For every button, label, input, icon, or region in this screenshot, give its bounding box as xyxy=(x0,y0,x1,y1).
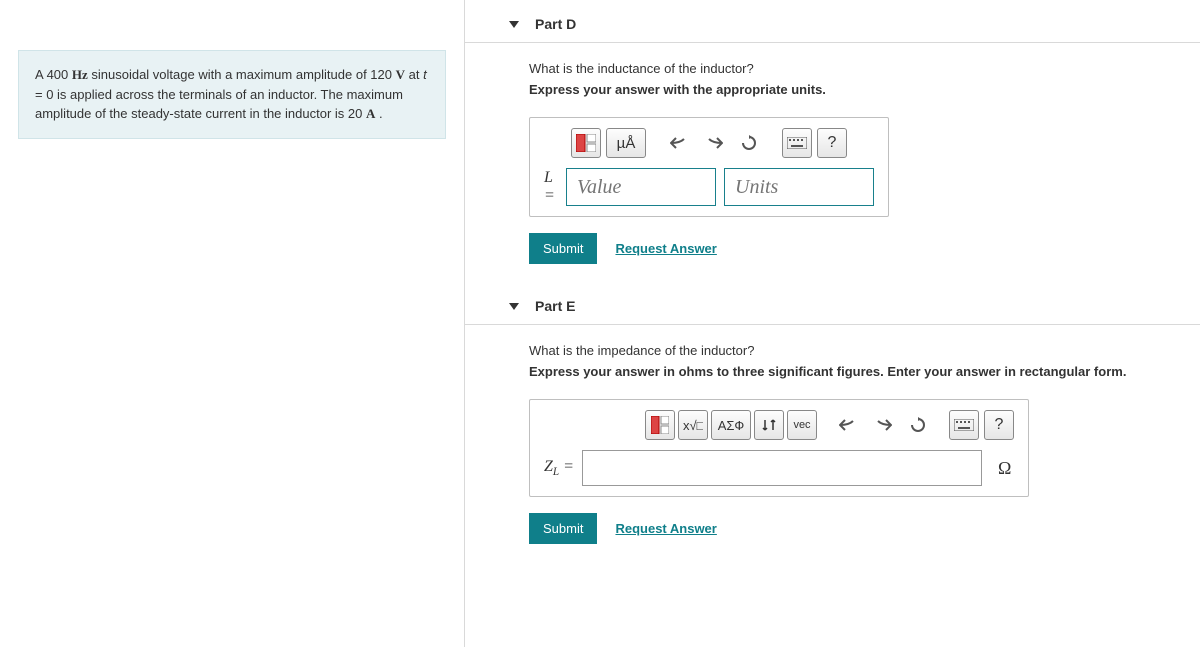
part-d-actions: Submit Request Answer xyxy=(529,233,1180,264)
part-d-question: What is the inductance of the inductor? xyxy=(529,61,1180,76)
keyboard-icon xyxy=(787,137,807,149)
vector-button[interactable]: vec xyxy=(787,410,817,440)
answer-column: Part D What is the inductance of the ind… xyxy=(465,0,1200,647)
undo-icon xyxy=(670,136,688,150)
greek-button[interactable]: ΑΣФ xyxy=(711,410,751,440)
svg-text:x√□: x√□ xyxy=(683,418,703,433)
problem-column: A 400 Hz sinusoidal voltage with a maxim… xyxy=(0,0,465,647)
part-e-answer-box: x√□ ΑΣФ vec xyxy=(529,399,1029,497)
units-button[interactable]: µÅ xyxy=(606,128,646,158)
templates-icon xyxy=(651,416,669,434)
part-d-answer-box: µÅ ? xyxy=(529,117,889,217)
part-e-instruction: Express your answer in ohms to three sig… xyxy=(529,364,1180,379)
keyboard-icon xyxy=(954,419,974,431)
submit-button[interactable]: Submit xyxy=(529,233,597,264)
keyboard-button[interactable] xyxy=(782,128,812,158)
reset-button[interactable] xyxy=(734,128,764,158)
reset-icon xyxy=(741,135,757,151)
part-e-var-label: ZL = xyxy=(544,458,574,478)
unit-suffix: Ω xyxy=(998,458,1011,479)
part-e-title: Part E xyxy=(535,298,575,314)
impedance-input[interactable] xyxy=(582,450,982,486)
reset-icon xyxy=(910,417,926,433)
redo-icon xyxy=(705,136,723,150)
radical-button[interactable]: x√□ xyxy=(678,410,708,440)
help-button[interactable]: ? xyxy=(984,410,1014,440)
units-input[interactable] xyxy=(724,168,874,206)
chevron-down-icon xyxy=(509,303,519,310)
redo-button[interactable] xyxy=(868,410,898,440)
part-e-answer-row: ZL = Ω xyxy=(544,450,1014,486)
part-d-title: Part D xyxy=(535,16,576,32)
request-answer-link[interactable]: Request Answer xyxy=(615,521,716,536)
part-e-toolbar: x√□ ΑΣФ vec xyxy=(544,410,1014,440)
part-d-answer-row: L = xyxy=(544,168,874,206)
help-button[interactable]: ? xyxy=(817,128,847,158)
templates-icon xyxy=(576,134,596,152)
undo-button[interactable] xyxy=(833,410,863,440)
submit-button[interactable]: Submit xyxy=(529,513,597,544)
reset-button[interactable] xyxy=(903,410,933,440)
chevron-down-icon xyxy=(509,21,519,28)
subscript-button[interactable] xyxy=(754,410,784,440)
value-input[interactable] xyxy=(566,168,716,206)
part-d-toolbar: µÅ ? xyxy=(544,128,874,158)
subscript-icon xyxy=(761,417,777,433)
part-e-actions: Submit Request Answer xyxy=(529,513,1180,544)
redo-icon xyxy=(874,418,892,432)
part-d-instruction: Express your answer with the appropriate… xyxy=(529,82,1180,97)
part-e-header[interactable]: Part E xyxy=(465,288,1200,325)
redo-button[interactable] xyxy=(699,128,729,158)
templates-button[interactable] xyxy=(571,128,601,158)
part-e-body: What is the impedance of the inductor? E… xyxy=(465,325,1200,562)
part-d-header[interactable]: Part D xyxy=(465,6,1200,43)
keyboard-button[interactable] xyxy=(949,410,979,440)
part-d-body: What is the inductance of the inductor? … xyxy=(465,43,1200,282)
problem-statement: A 400 Hz sinusoidal voltage with a maxim… xyxy=(18,50,446,139)
part-d-var-label: L = xyxy=(544,169,558,205)
radical-icon: x√□ xyxy=(683,417,703,433)
undo-button[interactable] xyxy=(664,128,694,158)
undo-icon xyxy=(839,418,857,432)
part-e-question: What is the impedance of the inductor? xyxy=(529,343,1180,358)
request-answer-link[interactable]: Request Answer xyxy=(615,241,716,256)
templates-button[interactable] xyxy=(645,410,675,440)
problem-text: A 400 Hz sinusoidal voltage with a maxim… xyxy=(35,67,427,121)
